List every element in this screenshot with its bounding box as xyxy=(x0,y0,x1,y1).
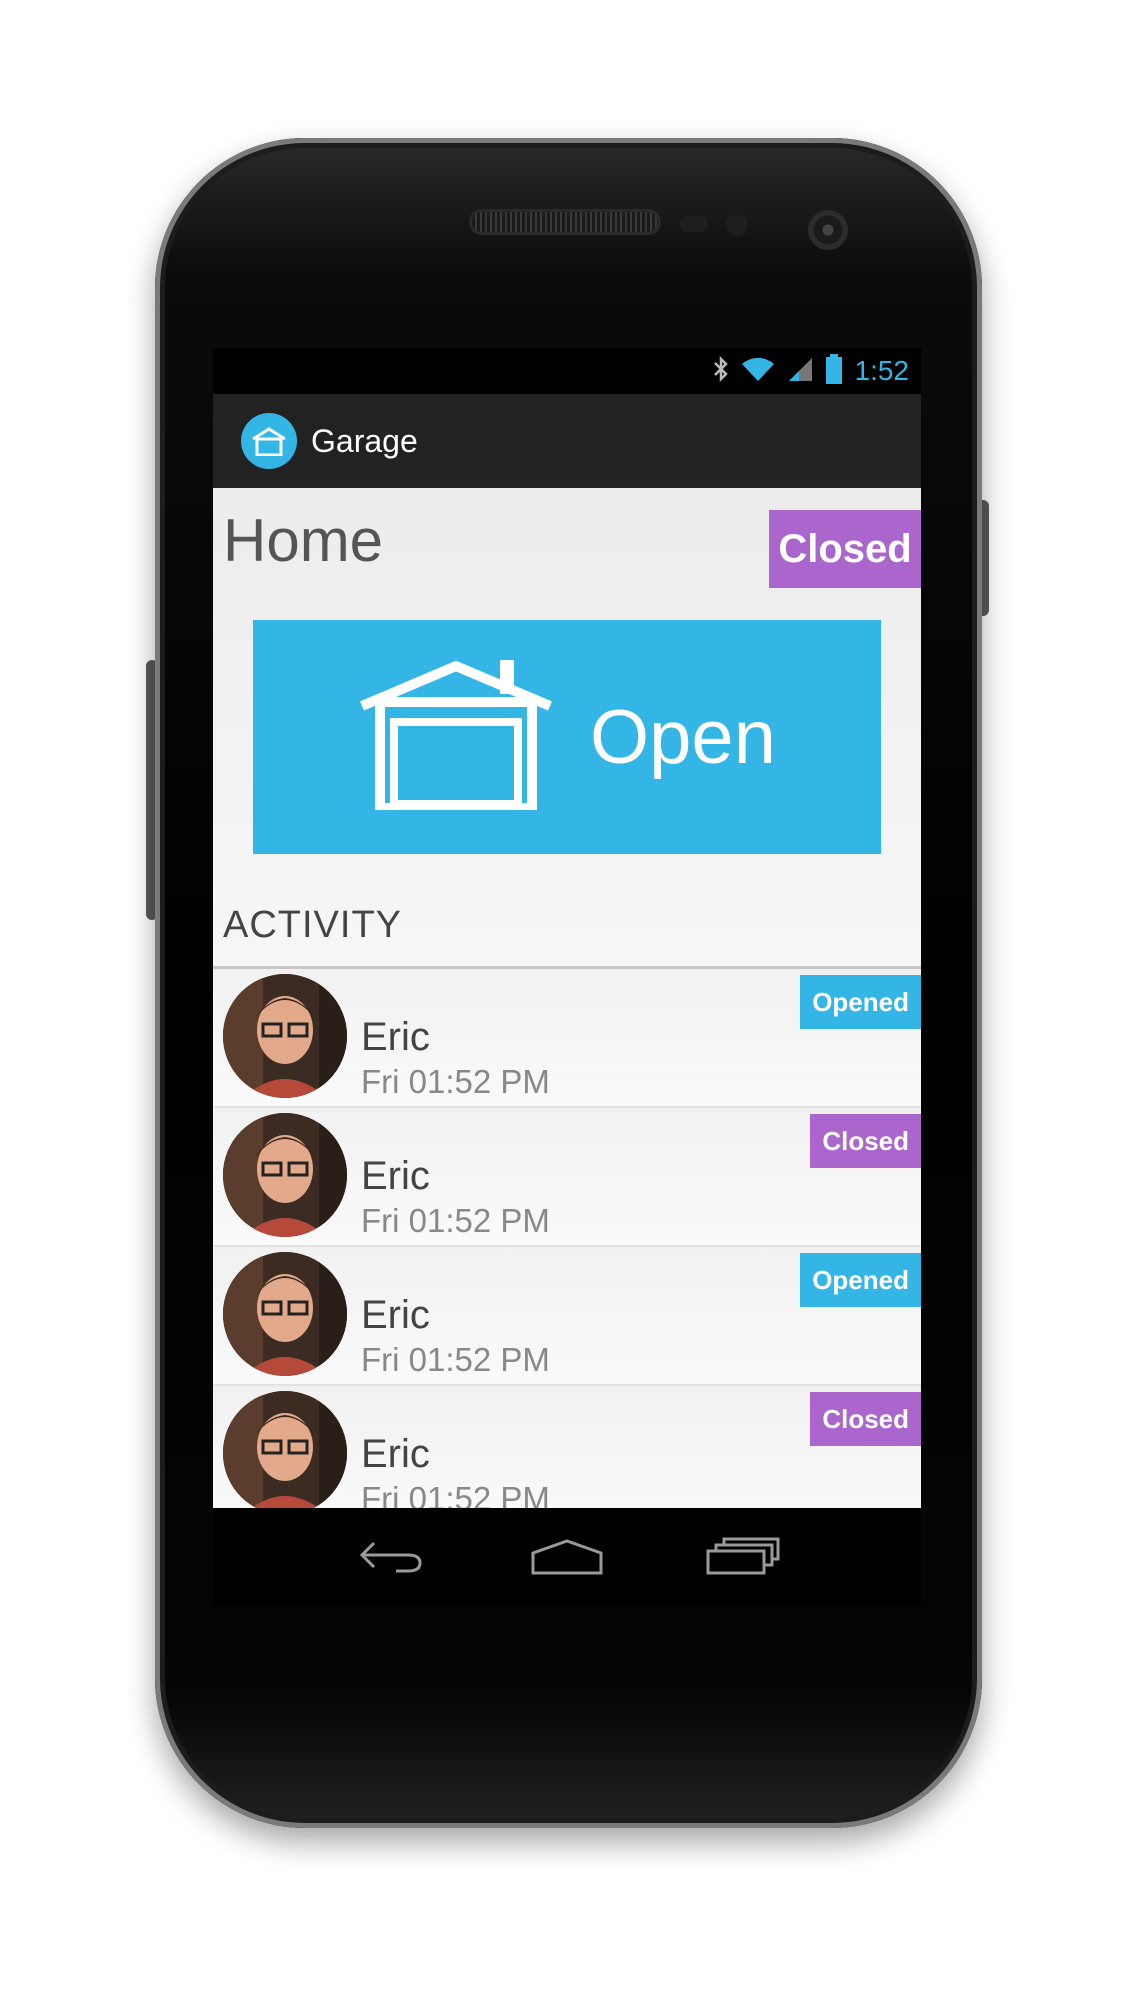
action-bar: Garage xyxy=(213,394,921,488)
status-clock: 1:52 xyxy=(854,355,910,386)
avatar xyxy=(223,974,347,1098)
activity-user-name: Eric xyxy=(361,1293,430,1337)
back-icon[interactable] xyxy=(346,1527,436,1587)
open-door-button[interactable]: Open xyxy=(253,620,881,854)
action-badge: Closed xyxy=(810,1114,921,1168)
action-badge: Closed xyxy=(810,1392,921,1446)
activity-timestamp: Fri 01:52 PM xyxy=(361,1063,550,1100)
main-content: Home Closed Open ACTIVITY Eric Fri 01:52… xyxy=(213,488,921,1508)
screen: 1:52 Garage Home Closed Open ACTIVITY Er… xyxy=(213,348,921,1606)
proximity-sensor xyxy=(680,216,708,232)
activity-user-name: Eric xyxy=(361,1432,430,1476)
list-item[interactable]: Eric Fri 01:52 PM Opened xyxy=(213,969,921,1108)
battery-icon xyxy=(825,354,843,388)
garage-icon xyxy=(358,660,554,814)
page-title: Home xyxy=(223,507,384,574)
activity-list: Eric Fri 01:52 PM Opened Eric Fri 01:52 … xyxy=(213,969,921,1508)
wifi-icon xyxy=(741,356,775,386)
avatar xyxy=(223,1113,347,1237)
recent-apps-icon[interactable] xyxy=(698,1527,788,1587)
garage-app-icon[interactable] xyxy=(241,413,297,469)
activity-timestamp: Fri 01:52 PM xyxy=(361,1480,550,1508)
avatar xyxy=(223,1252,347,1376)
app-title: Garage xyxy=(311,422,418,459)
light-sensor xyxy=(726,214,748,236)
earpiece-speaker xyxy=(472,212,658,232)
activity-timestamp: Fri 01:52 PM xyxy=(361,1202,550,1239)
list-item[interactable]: Eric Fri 01:52 PM Closed xyxy=(213,1108,921,1247)
activity-timestamp: Fri 01:52 PM xyxy=(361,1341,550,1378)
door-status-badge: Closed xyxy=(769,510,921,588)
open-button-label: Open xyxy=(590,694,776,780)
avatar xyxy=(223,1391,347,1508)
status-bar: 1:52 xyxy=(213,348,921,394)
bluetooth-icon xyxy=(713,355,729,387)
list-item[interactable]: Eric Fri 01:52 PM Opened xyxy=(213,1247,921,1386)
home-icon[interactable] xyxy=(522,1527,612,1587)
list-item[interactable]: Eric Fri 01:52 PM Closed xyxy=(213,1386,921,1508)
activity-user-name: Eric xyxy=(361,1015,430,1059)
cell-signal-icon xyxy=(787,356,813,386)
action-badge: Opened xyxy=(800,975,921,1029)
activity-user-name: Eric xyxy=(361,1154,430,1198)
front-camera xyxy=(808,210,848,250)
activity-header: ACTIVITY xyxy=(223,904,403,946)
navigation-bar xyxy=(213,1508,921,1606)
action-badge: Opened xyxy=(800,1253,921,1307)
